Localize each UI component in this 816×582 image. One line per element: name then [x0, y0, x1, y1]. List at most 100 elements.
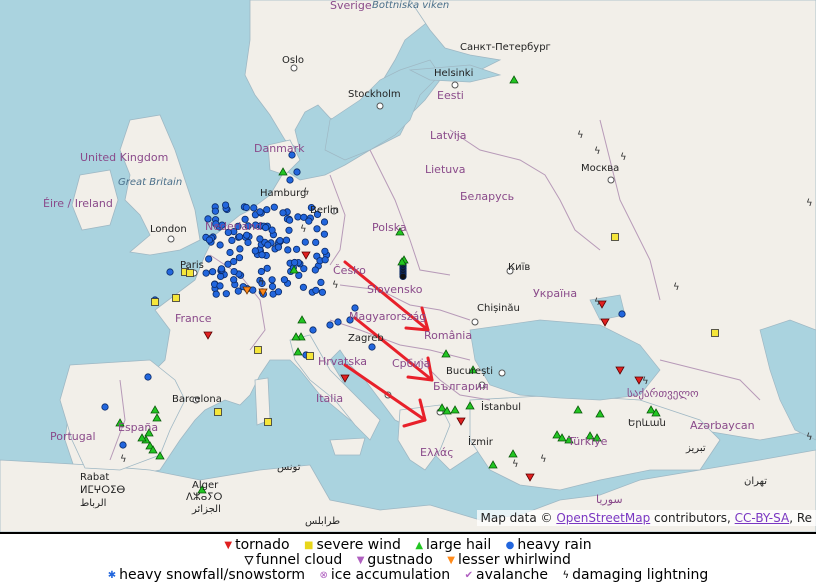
heavy-rain-marker[interactable] [292, 245, 301, 253]
heavy-rain-marker[interactable] [166, 268, 174, 276]
heavy-rain-marker[interactable] [212, 290, 220, 298]
heavy-rain-marker[interactable] [320, 218, 329, 226]
heavy-rain-marker[interactable] [256, 208, 264, 216]
severe-wind-marker[interactable] [264, 418, 272, 426]
heavy-rain-marker[interactable] [263, 264, 271, 272]
heavy-rain-marker[interactable] [205, 236, 213, 244]
heavy-rain-marker[interactable] [317, 278, 325, 286]
heavy-rain-marker[interactable] [235, 233, 244, 241]
heavy-rain-marker[interactable] [250, 204, 258, 212]
heavy-rain-marker[interactable] [301, 238, 309, 246]
heavy-rain-marker[interactable] [294, 213, 302, 221]
heavy-rain-marker[interactable] [263, 206, 271, 214]
heavy-rain-marker[interactable] [618, 310, 626, 318]
heavy-rain-marker[interactable] [309, 326, 317, 334]
label-paris: Paris [180, 260, 204, 271]
severe-wind-marker[interactable] [306, 352, 314, 360]
heavy-rain-marker[interactable] [312, 286, 320, 294]
osm-link[interactable]: OpenStreetMap [556, 511, 650, 525]
heavy-rain-marker[interactable] [326, 321, 334, 329]
heavy-rain-marker[interactable] [205, 255, 213, 263]
heavy-rain-marker[interactable] [286, 176, 294, 184]
damaging-lightning-marker[interactable]: ϟ [594, 146, 601, 157]
heavy-rain-marker[interactable] [230, 257, 238, 266]
severe-wind-marker[interactable] [172, 294, 180, 302]
heavy-rain-marker[interactable] [228, 236, 236, 244]
heavy-rain-marker[interactable] [300, 265, 308, 273]
damaging-lightning-marker[interactable]: ϟ [620, 152, 627, 163]
heavy-rain-marker[interactable] [276, 237, 284, 245]
damaging-lightning-marker[interactable]: ϟ [512, 459, 519, 470]
map-canvas[interactable]: ϟϟϟϟϟϟϟϟϟϟϟϟϟϟϟ Sverige Bottniska viken … [0, 0, 816, 532]
severe-wind-marker[interactable] [214, 408, 222, 416]
heavy-rain-marker[interactable] [230, 267, 238, 276]
heavy-rain-marker[interactable] [318, 288, 326, 296]
damaging-lightning-marker[interactable]: ϟ [540, 454, 547, 465]
damaging-lightning-marker[interactable]: ϟ [300, 224, 307, 235]
label-eesti: Eesti [437, 89, 464, 102]
heavy-rain-marker[interactable] [211, 207, 219, 215]
heavy-rain-marker[interactable] [216, 241, 224, 249]
heavy-rain-marker[interactable] [285, 216, 294, 224]
heavy-rain-marker[interactable] [235, 254, 244, 262]
heavy-rain-marker[interactable] [293, 168, 301, 176]
heavy-rain-marker[interactable] [311, 266, 319, 274]
heavy-rain-marker[interactable] [230, 276, 238, 284]
heavy-rain-marker[interactable] [209, 268, 217, 276]
severe-wind-marker[interactable] [711, 329, 719, 337]
heavy-rain-marker[interactable] [279, 209, 287, 217]
heavy-rain-marker[interactable] [334, 318, 342, 326]
heavy-rain-marker[interactable] [312, 238, 320, 246]
heavy-rain-marker[interactable] [268, 276, 276, 284]
heavy-rain-marker[interactable] [320, 230, 328, 238]
heavy-rain-marker[interactable] [261, 224, 270, 232]
heavy-rain-marker[interactable] [244, 238, 252, 247]
label-tabriz: تبریز [686, 443, 706, 454]
damaging-lightning-marker[interactable]: ϟ [642, 376, 649, 387]
heavy-rain-marker[interactable] [321, 247, 329, 255]
heavy-rain-marker[interactable] [264, 241, 272, 249]
heavy-rain-marker[interactable] [299, 283, 307, 291]
label-espana: España [118, 421, 159, 434]
heavy-rain-marker[interactable] [282, 236, 291, 244]
heavy-rain-marker[interactable] [270, 203, 278, 211]
damaging-lightning-marker[interactable]: ϟ [577, 130, 584, 141]
heavy-rain-marker[interactable] [217, 265, 226, 273]
severe-wind-marker[interactable] [151, 298, 159, 306]
heavy-rain-marker[interactable] [216, 282, 224, 290]
heavy-rain-marker[interactable] [268, 282, 277, 291]
damaging-lightning-marker[interactable]: ϟ [594, 297, 601, 308]
heavy-rain-marker[interactable] [119, 441, 127, 449]
damaging-lightning-marker[interactable]: ϟ [806, 198, 813, 209]
damaging-lightning-marker[interactable]: ϟ [806, 432, 813, 443]
heavy-rain-marker[interactable] [274, 288, 283, 296]
heavy-rain-marker[interactable] [226, 248, 234, 257]
heavy-rain-marker[interactable] [257, 267, 265, 276]
heavy-rain-marker[interactable] [202, 269, 210, 277]
heavy-rain-marker[interactable] [274, 243, 282, 251]
heavy-rain-marker[interactable] [284, 246, 292, 254]
heavy-rain-marker[interactable] [144, 373, 152, 381]
damaging-lightning-marker[interactable]: ϟ [120, 454, 127, 465]
heavy-rain-marker[interactable] [236, 245, 244, 253]
heavy-rain-marker[interactable] [222, 201, 230, 209]
report-cluster-marker[interactable] [399, 272, 407, 280]
damaging-lightning-marker[interactable]: ϟ [258, 277, 265, 288]
heavy-rain-marker[interactable] [268, 226, 276, 234]
damaging-lightning-marker[interactable]: ϟ [673, 282, 680, 293]
heavy-rain-marker[interactable] [290, 258, 299, 267]
heavy-rain-marker[interactable] [222, 290, 230, 298]
heavy-rain-marker[interactable] [251, 247, 259, 255]
severe-wind-marker[interactable] [254, 346, 262, 354]
heavy-rain-marker[interactable] [258, 251, 266, 259]
heavy-rain-marker[interactable] [242, 203, 250, 212]
license-link[interactable]: CC-BY-SA [735, 511, 790, 525]
damaging-lightning-marker[interactable]: ϟ [332, 280, 339, 291]
heavy-rain-marker[interactable] [321, 256, 329, 264]
heavy-rain-marker[interactable] [280, 276, 288, 284]
heavy-rain-marker[interactable] [285, 226, 293, 234]
heavy-rain-marker[interactable] [256, 235, 264, 243]
severe-wind-marker[interactable] [611, 233, 619, 241]
heavy-rain-marker[interactable] [313, 225, 321, 233]
heavy-rain-marker[interactable] [101, 403, 109, 411]
